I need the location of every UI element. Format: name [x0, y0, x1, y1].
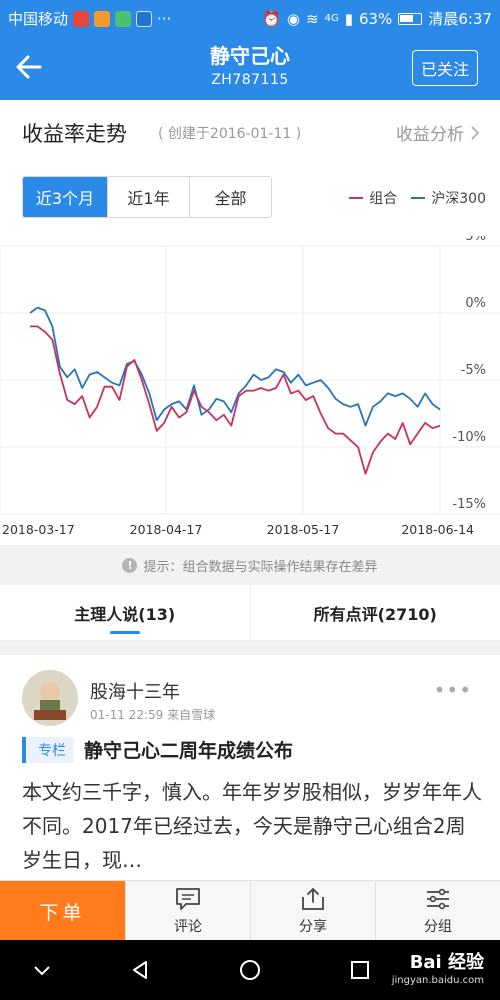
active-tab-indicator — [110, 631, 140, 634]
tab-all[interactable]: 全部 — [189, 177, 271, 217]
y-tick-label: -5% — [461, 363, 486, 378]
baidu-watermark: Bai 经验 jingyan.baidu.com — [392, 954, 484, 990]
tab-1-year[interactable]: 近1年 — [107, 177, 189, 217]
avatar-image — [22, 670, 78, 726]
legend-portfolio-swatch — [349, 197, 364, 199]
range-tabs: 近3个月 近1年 全部 — [22, 176, 272, 218]
tab-3-months[interactable]: 近3个月 — [23, 177, 107, 217]
analysis-link[interactable]: 收益分析 — [396, 120, 480, 145]
nav-collapse-icon[interactable] — [30, 958, 54, 982]
notification-play-icon — [94, 10, 111, 27]
content-tabs: 主理人说(13) 所有点评(2710) — [0, 585, 500, 641]
legend-index-label: 沪深300 — [431, 191, 486, 207]
app-header: 静守己心 ZH787115 已关注 — [0, 34, 500, 100]
chevron-right-icon — [471, 125, 480, 140]
follow-button[interactable]: 已关注 — [412, 50, 478, 86]
x-tick-label: 2018-04-17 — [130, 522, 203, 537]
status-bar: 中国移动 ··· ⏰ ◉ ≋ 4G ▮ 63% 清晨6:37 — [0, 0, 500, 34]
clock: 清晨6:37 — [428, 10, 492, 28]
info-icon: ! — [122, 557, 138, 573]
nav-recents-icon[interactable] — [348, 958, 372, 982]
x-tick-label: 2018-06-14 — [401, 522, 474, 537]
watermark-brand: Bai 经验 — [409, 952, 484, 973]
y-tick-label: 5% — [465, 236, 486, 244]
comment-button[interactable]: 评论 — [125, 881, 250, 940]
post-title[interactable]: 静守己心二周年成绩公布 — [84, 736, 293, 763]
x-tick-label: 2018-03-17 — [2, 522, 75, 537]
nav-back-icon[interactable] — [128, 958, 152, 982]
group-icon — [427, 888, 449, 909]
more-notifications-icon: ··· — [157, 9, 172, 28]
legend-index-swatch — [411, 197, 426, 199]
tip-text: 提示：组合数据与实际操作结果存在差异 — [143, 559, 378, 575]
tab-all-comments-label: 所有点评(2710) — [313, 604, 437, 624]
tab-manager-posts-label: 主理人说(13) — [74, 604, 176, 624]
signal-label: 4G — [324, 13, 339, 24]
share-label: 分享 — [299, 918, 327, 935]
share-button[interactable]: 分享 — [250, 881, 375, 940]
share-icon — [302, 887, 324, 910]
section-title: 收益率走势 — [22, 122, 127, 146]
y-tick-label: -10% — [452, 430, 486, 445]
y-tick-label: -15% — [452, 497, 486, 512]
analysis-label: 收益分析 — [396, 125, 464, 145]
comment-icon — [176, 887, 200, 910]
return-chart[interactable]: 5% 0% -5% -10% -15% 2018-03-17 2018-04-17 2018-… — [0, 236, 500, 546]
avatar[interactable] — [22, 670, 78, 726]
group-button[interactable]: 分组 — [375, 881, 500, 940]
nav-home-icon[interactable] — [238, 958, 262, 982]
battery-icon — [398, 12, 423, 25]
alarm-icon: ⏰ — [262, 9, 281, 28]
more-options-icon[interactable]: ••• — [434, 678, 472, 702]
tip-bar: ! 提示：组合数据与实际操作结果存在差异 — [0, 545, 500, 585]
y-tick-label: 0% — [465, 296, 486, 311]
series-line-portfolio — [30, 325, 441, 475]
watermark-url: jingyan.baidu.com — [391, 975, 484, 986]
notification-wechat-icon — [115, 10, 132, 27]
notification-app-icon — [73, 10, 90, 27]
tab-manager-posts[interactable]: 主理人说(13) — [0, 585, 250, 640]
section-divider — [0, 641, 500, 655]
battery-percent: 63% — [358, 9, 393, 28]
wifi-icon: ≋ — [306, 9, 319, 28]
order-button[interactable]: 下单 — [0, 881, 125, 941]
x-tick-label: 2018-05-17 — [267, 522, 340, 537]
legend-portfolio-label: 组合 — [369, 191, 398, 207]
author-name[interactable]: 股海十三年 — [90, 678, 180, 704]
chart-legend: 组合 沪深300 — [349, 188, 486, 208]
signal-icon: ▮ — [344, 9, 353, 28]
notification-map-icon — [136, 10, 153, 27]
carrier-label: 中国移动 — [8, 10, 69, 28]
created-date: ( 创建于2016-01-11 ) — [158, 126, 302, 142]
comment-label: 评论 — [174, 918, 202, 935]
post-body[interactable]: 本文约三千字，慎入。年年岁岁股相似，岁岁年年人不同。2017年已经过去，今天是静… — [22, 775, 484, 883]
column-badge: 专栏 — [22, 737, 74, 763]
legend-index: 沪深300 — [411, 188, 486, 208]
legend-portfolio: 组合 — [349, 188, 397, 208]
system-nav-bar: Bai 经验 jingyan.baidu.com — [0, 940, 500, 1000]
eye-icon: ◉ — [286, 9, 300, 28]
post-meta: 01-11 22:59 来自雪球 — [90, 708, 216, 722]
bottom-action-bar: 下单 评论 分享 分组 — [0, 880, 500, 941]
tab-all-comments[interactable]: 所有点评(2710) — [249, 585, 500, 640]
group-label: 分组 — [424, 918, 452, 935]
